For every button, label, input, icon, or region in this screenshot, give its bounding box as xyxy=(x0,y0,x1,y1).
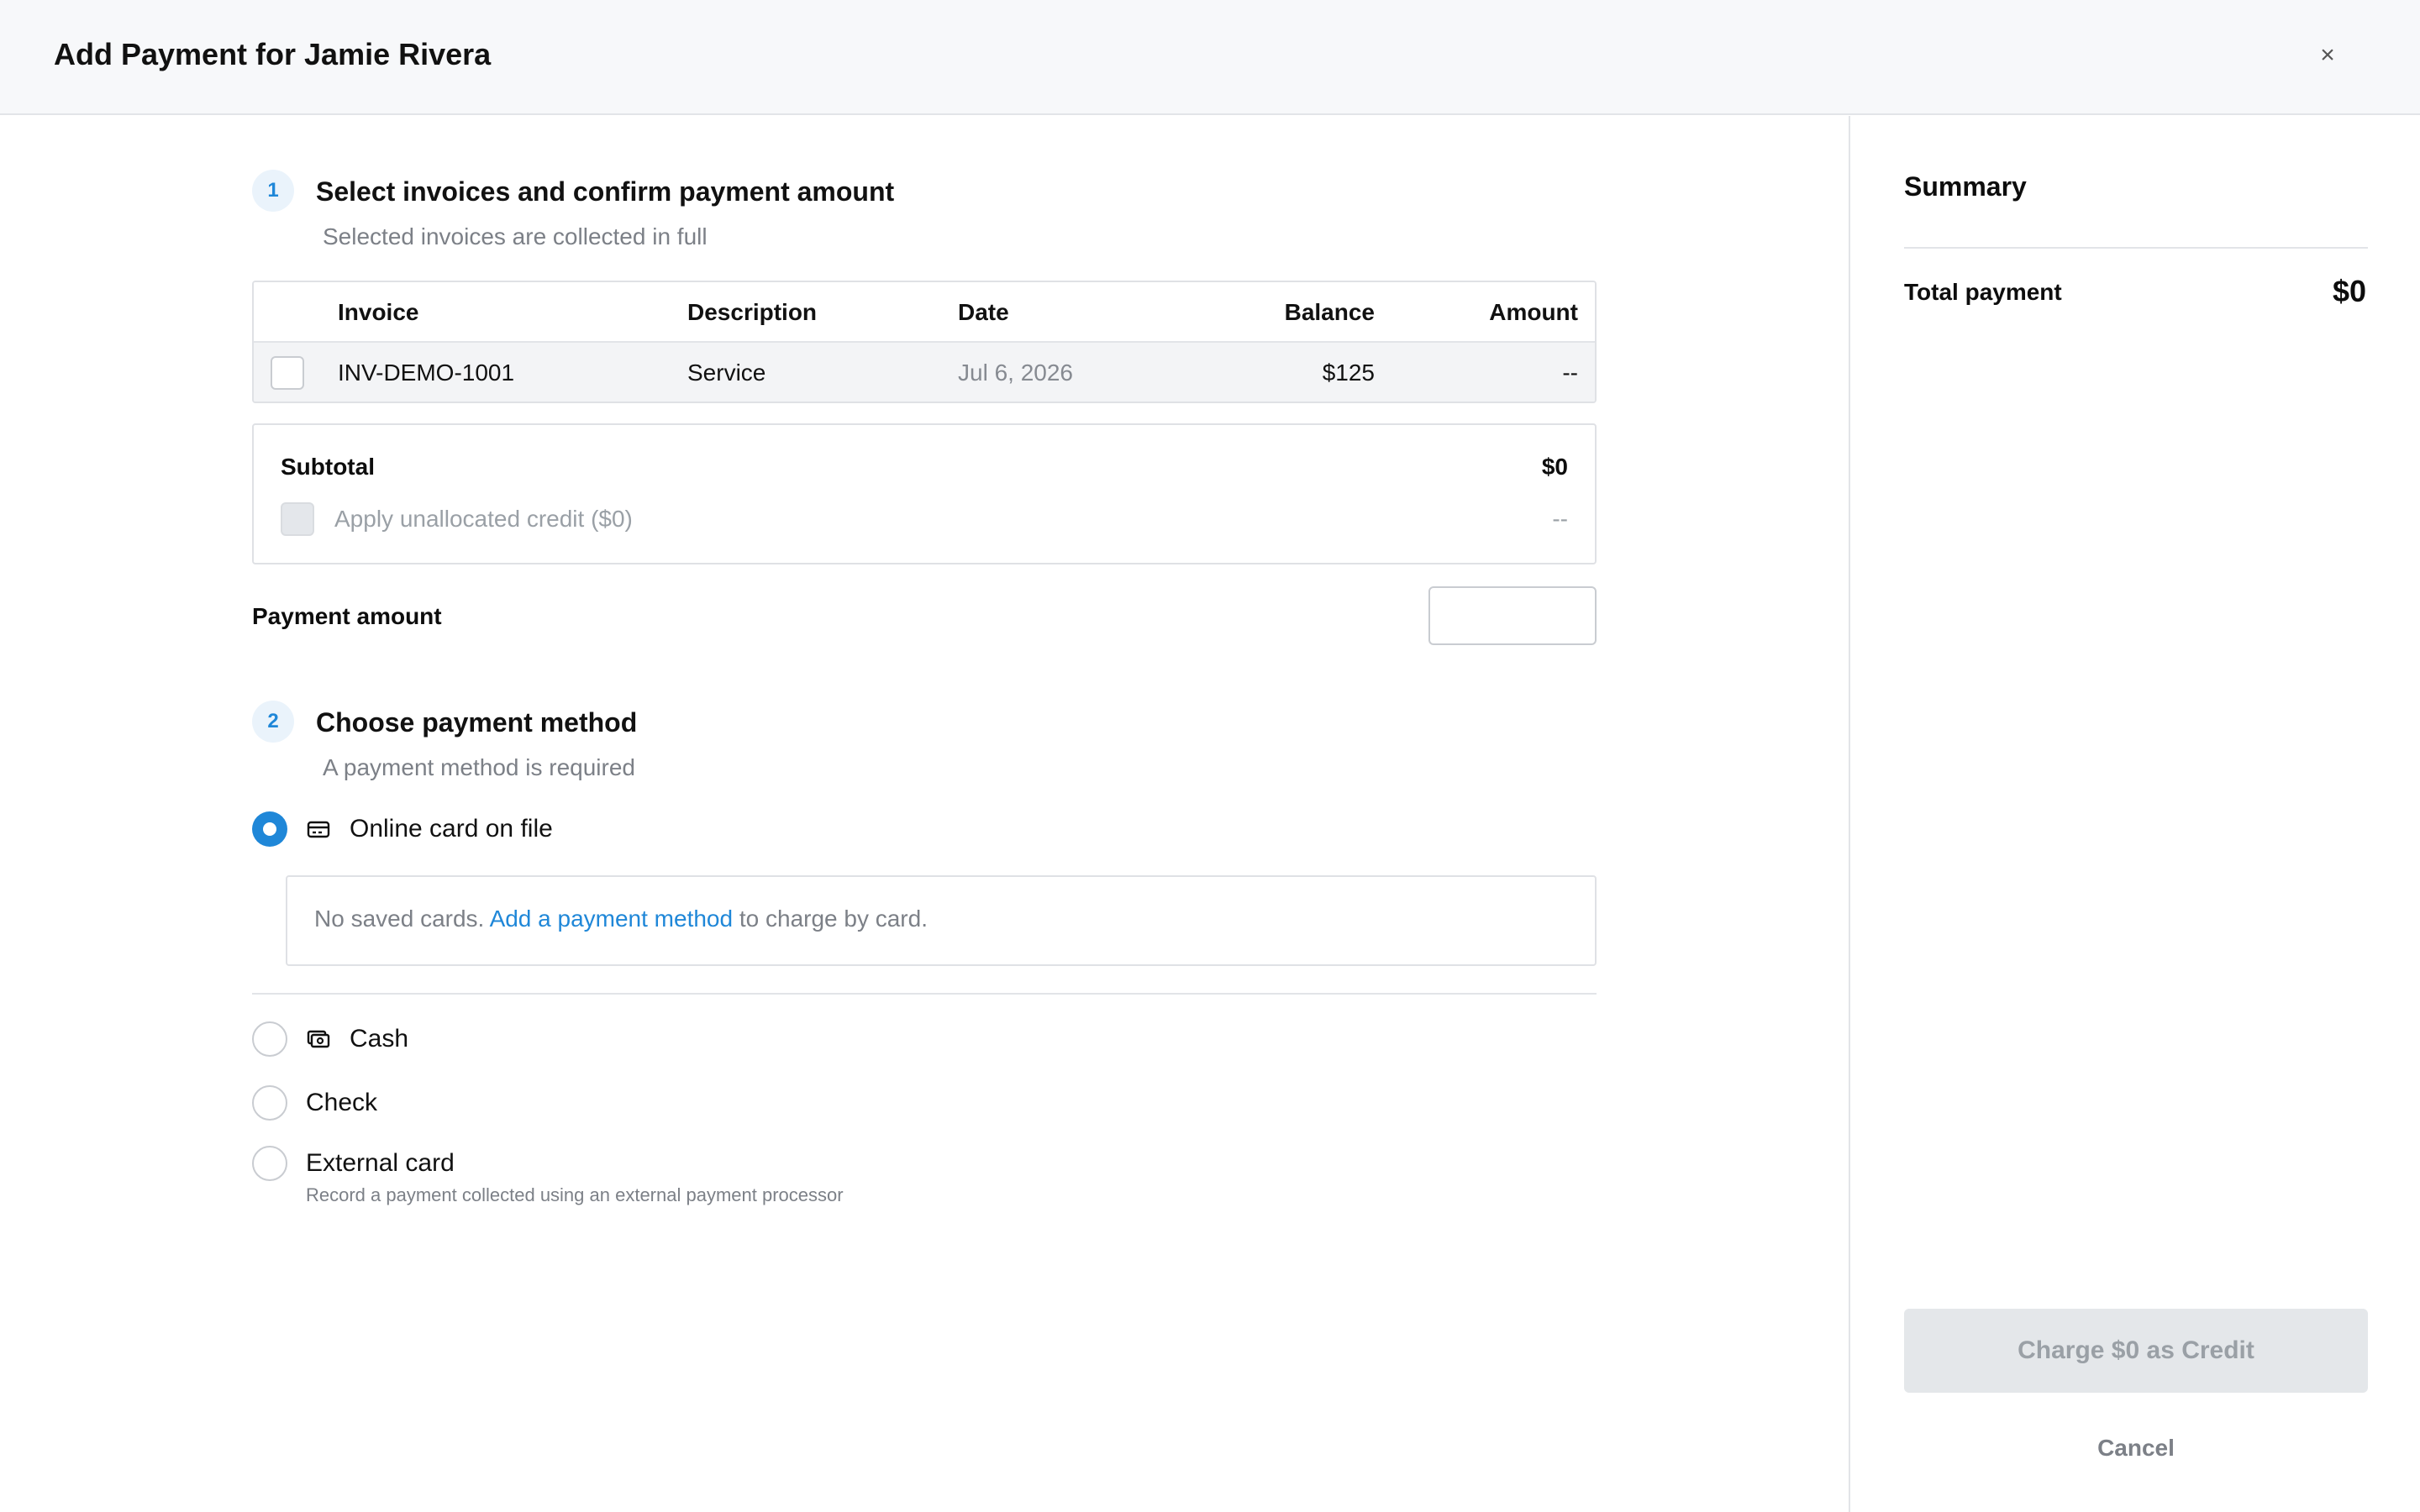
charge-button[interactable]: Charge $0 as Credit xyxy=(1904,1309,2368,1393)
invoice-number: INV-DEMO-1001 xyxy=(338,360,515,386)
invoice-date: Jul 6, 2026 xyxy=(958,360,1073,386)
step-2-badge: 2 xyxy=(252,701,294,743)
payment-amount-label: Payment amount xyxy=(252,603,442,629)
payment-amount-input[interactable] xyxy=(1428,586,1597,645)
close-icon[interactable]: × xyxy=(2311,39,2344,72)
check-radio[interactable] xyxy=(252,1085,287,1121)
external-card-radio[interactable] xyxy=(252,1146,287,1181)
apply-credit-label: Apply unallocated credit ($0) xyxy=(334,506,633,532)
method-divider xyxy=(252,993,1597,995)
online-card-label: Online card on file xyxy=(350,815,553,843)
subtotal-value: $0 xyxy=(1541,454,1568,480)
invoice-balance: $125 xyxy=(1322,360,1375,386)
cash-icon xyxy=(307,1030,330,1048)
summary-sidebar: Summary Total payment $0 Charge $0 as Cr… xyxy=(1849,116,2420,1512)
step-1-badge: 1 xyxy=(252,170,294,212)
column-header-description: Description xyxy=(687,299,818,325)
apply-credit-checkbox[interactable] xyxy=(281,502,314,536)
invoice-amount: -- xyxy=(1562,360,1578,386)
invoice-description: Service xyxy=(687,360,766,386)
summary-divider xyxy=(1904,247,2368,249)
modal-header: Add Payment for Jamie Rivera × xyxy=(0,0,2420,115)
subtotal-label: Subtotal xyxy=(281,454,375,480)
column-header-invoice: Invoice xyxy=(338,299,419,325)
no-saved-cards-suffix: to charge by card. xyxy=(739,906,928,932)
invoice-table-header: Invoice Description Date Balance Amount xyxy=(254,282,1595,343)
cancel-button[interactable]: Cancel xyxy=(1904,1423,2368,1473)
summary-title: Summary xyxy=(1904,171,2027,202)
step-1-subtitle: Selected invoices are collected in full xyxy=(323,223,708,249)
invoice-select-checkbox[interactable] xyxy=(271,356,304,390)
cash-label: Cash xyxy=(350,1025,409,1053)
external-card-label: External card xyxy=(306,1149,455,1177)
step-2-title: Choose payment method xyxy=(316,707,638,738)
modal-title: Add Payment for Jamie Rivera xyxy=(54,37,492,71)
online-card-radio[interactable] xyxy=(252,811,287,847)
credit-value: -- xyxy=(1552,506,1568,532)
main-panel: 1 Select invoices and confirm payment am… xyxy=(0,116,1849,1512)
add-payment-method-link[interactable]: Add a payment method xyxy=(490,906,734,932)
cash-radio[interactable] xyxy=(252,1021,287,1057)
step-2-subtitle: A payment method is required xyxy=(323,754,635,780)
column-header-date: Date xyxy=(958,299,1009,325)
subtotal-box: Subtotal $0 Apply unallocated credit ($0… xyxy=(252,423,1597,564)
credit-card-icon xyxy=(307,821,330,838)
table-row[interactable]: INV-DEMO-1001 Service Jul 6, 2026 $125 -… xyxy=(254,343,1595,402)
external-card-description: Record a payment collected using an exte… xyxy=(306,1184,844,1205)
no-saved-cards-text: No saved cards. xyxy=(314,906,485,932)
total-payment-value: $0 xyxy=(2332,274,2366,308)
step-1-title: Select invoices and confirm payment amou… xyxy=(316,176,895,207)
check-label: Check xyxy=(306,1089,378,1116)
no-saved-cards-notice: No saved cards. Add a payment method to … xyxy=(286,875,1597,966)
invoice-table: Invoice Description Date Balance Amount … xyxy=(252,281,1597,403)
column-header-amount: Amount xyxy=(1489,299,1578,325)
column-header-balance: Balance xyxy=(1284,299,1375,325)
total-payment-label: Total payment xyxy=(1904,279,2062,305)
